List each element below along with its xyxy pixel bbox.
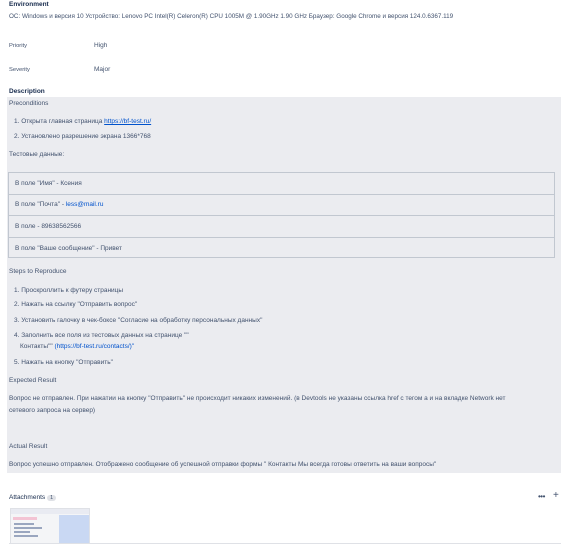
table-cell: В поле "Имя" - Ксения: [15, 179, 82, 187]
attachments-count-badge: 1: [47, 495, 57, 501]
severity-label: Severity: [9, 67, 30, 73]
thumbnail-line: [14, 523, 34, 525]
step-item: 2. Нажать на ссылку "Отправить вопрос": [14, 301, 137, 308]
test-data-title: Тестовые данные:: [9, 151, 65, 158]
step-item: 1. Проскроллить к футеру страницы: [14, 287, 123, 294]
table-row: В поле "Ваше сообщение" - Привет: [9, 238, 554, 260]
priority-value[interactable]: High: [94, 42, 107, 49]
table-cell: В поле "Почта" -: [15, 201, 64, 209]
expected-title: Expected Result: [9, 377, 57, 384]
priority-label: Priority: [9, 43, 28, 49]
description-heading: Description: [9, 88, 45, 95]
more-dots-icon[interactable]: •••: [538, 492, 545, 501]
thumbnail-line: [14, 531, 30, 533]
thumbnail-panel: [59, 515, 89, 543]
preconditions-title: Preconditions: [9, 100, 49, 107]
attachment-thumbnail[interactable]: [10, 508, 90, 544]
step-item: 4. Заполнить все поля из тестовых данных…: [14, 332, 189, 339]
site-link[interactable]: https://bf-test.ru/: [104, 118, 151, 125]
attachments-title: Attachments: [9, 494, 46, 501]
step-item: 5. Нажать на кнопку "Отправить": [14, 359, 113, 366]
list-number: 1.: [14, 287, 20, 294]
precondition-text: Установлено разрешение экрана 1366*768: [21, 133, 151, 140]
plus-icon[interactable]: +: [553, 490, 559, 501]
thumbnail-highlight: [13, 517, 37, 520]
email-link[interactable]: less@mail.ru: [66, 201, 104, 208]
thumbnail-header: [11, 509, 89, 514]
step-text: Нажать на кнопку "Отправить": [21, 359, 113, 366]
list-number: 1.: [14, 118, 20, 125]
list-number: 2.: [14, 133, 20, 140]
test-data-table: В поле "Имя" - Ксения В поле "Почта" - l…: [8, 172, 555, 258]
thumbnail-line: [14, 527, 42, 529]
actual-title: Actual Result: [9, 443, 48, 450]
precondition-item: 2. Установлено разрешение экрана 1366*76…: [14, 133, 151, 140]
step-item: 3. Установить галочку в чек-боксе "Согла…: [14, 317, 262, 324]
step-item-continued: Контакты"" (https://bf-test.ru/contacts/…: [20, 343, 134, 350]
expected-text: Вопрос не отправлен. При нажатии на кноп…: [9, 395, 506, 402]
table-row: В поле "Имя" - Ксения: [9, 173, 554, 195]
description-panel[interactable]: [7, 97, 561, 473]
step-text: Проскроллить к футеру страницы: [21, 287, 124, 294]
step-text: Контакты"": [20, 343, 55, 350]
step-text: Нажать на ссылку "Отправить вопрос": [21, 301, 138, 308]
precondition-text: Открыта главная страница: [21, 118, 105, 125]
environment-value: ОС: Windows и версия 10 Устройство: Leno…: [9, 13, 454, 20]
thumbnail-line: [14, 535, 38, 537]
step-text: Заполнить все поля из тестовых данных на…: [21, 332, 189, 339]
divider: [9, 543, 561, 544]
list-number: 3.: [14, 317, 20, 324]
actual-text: Вопрос успешно отправлен. Отображено соо…: [9, 461, 437, 468]
attachments-heading: Attachments 1: [9, 494, 57, 501]
list-number: 5.: [14, 359, 20, 366]
steps-title: Steps to Reproduce: [9, 268, 67, 275]
contacts-link[interactable]: (https://bf-test.ru/contacts/)": [55, 343, 135, 350]
table-row: В поле - 89638562566: [9, 216, 554, 238]
step-text: Установить галочку в чек-боксе "Согласие…: [21, 317, 263, 324]
environment-heading: Environment: [9, 1, 49, 8]
table-row: В поле "Почта" - less@mail.ru: [9, 195, 554, 216]
list-number: 2.: [14, 301, 20, 308]
table-cell: В поле "Ваше сообщение" - Привет: [15, 244, 122, 252]
precondition-item: 1. Открыта главная страница https://bf-t…: [14, 118, 151, 125]
severity-value[interactable]: Major: [94, 66, 110, 73]
expected-text-cont: сетевого запроса на сервер): [9, 407, 96, 414]
table-cell: В поле - 89638562566: [15, 222, 82, 230]
list-number: 4.: [14, 332, 20, 339]
